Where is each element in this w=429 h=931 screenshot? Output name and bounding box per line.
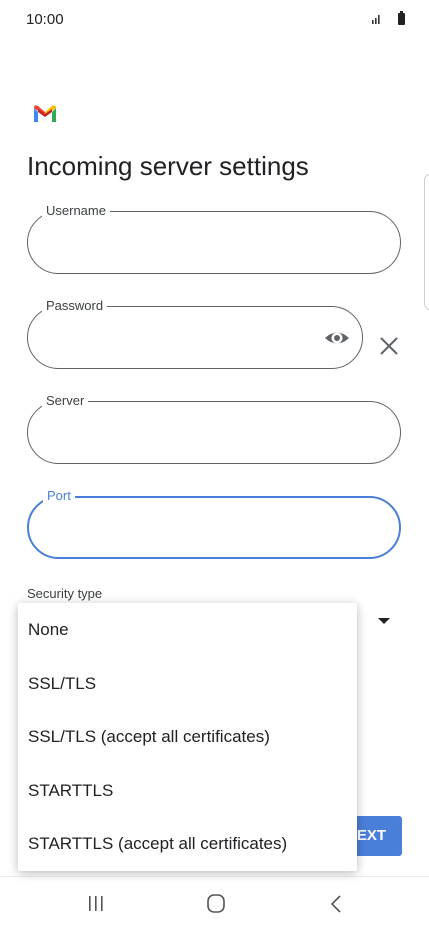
username-input[interactable] (48, 230, 332, 256)
menu-item-ssl-tls[interactable]: SSL/TLS (18, 657, 357, 711)
home-button[interactable] (196, 889, 236, 919)
server-field[interactable]: Server (27, 393, 401, 464)
status-icons (371, 10, 407, 31)
signal-icon (371, 15, 380, 24)
password-label: Password (42, 298, 108, 314)
port-label: Port (43, 488, 75, 504)
menu-item-ssl-tls-accept-all[interactable]: SSL/TLS (accept all certificates) (18, 710, 357, 764)
port-input[interactable] (49, 516, 333, 542)
battery-icon (398, 11, 405, 25)
security-type-menu: None SSL/TLS SSL/TLS (accept all certifi… (18, 603, 357, 871)
dropdown-arrow-icon[interactable] (378, 618, 390, 624)
menu-item-none[interactable]: None (18, 603, 357, 657)
clear-password-button[interactable] (377, 334, 401, 358)
username-field[interactable]: Username (27, 203, 401, 274)
server-input[interactable] (48, 420, 332, 446)
menu-item-starttls-accept-all[interactable]: STARTTLS (accept all certificates) (18, 817, 357, 871)
menu-item-starttls[interactable]: STARTTLS (18, 764, 357, 818)
password-field[interactable]: Password (27, 298, 363, 369)
back-icon (330, 895, 341, 913)
close-icon (380, 337, 398, 355)
status-time: 10:00 (26, 11, 64, 28)
home-icon (207, 894, 225, 913)
port-field[interactable]: Port (27, 488, 401, 559)
password-input[interactable] (48, 325, 332, 351)
recent-apps-button[interactable] (76, 889, 116, 919)
eye-icon (325, 332, 349, 344)
recent-apps-icon (89, 896, 103, 911)
gmail-logo-icon (32, 103, 58, 128)
status-bar: 10:00 (0, 0, 429, 40)
security-type-label: Security type (27, 586, 103, 601)
server-label: Server (42, 393, 89, 409)
show-password-button[interactable] (322, 323, 352, 353)
username-label: Username (42, 203, 110, 219)
navigation-bar (0, 876, 429, 931)
back-button[interactable] (316, 889, 356, 919)
scroll-handle[interactable] (424, 174, 429, 310)
page-title: Incoming server settings (27, 151, 309, 181)
